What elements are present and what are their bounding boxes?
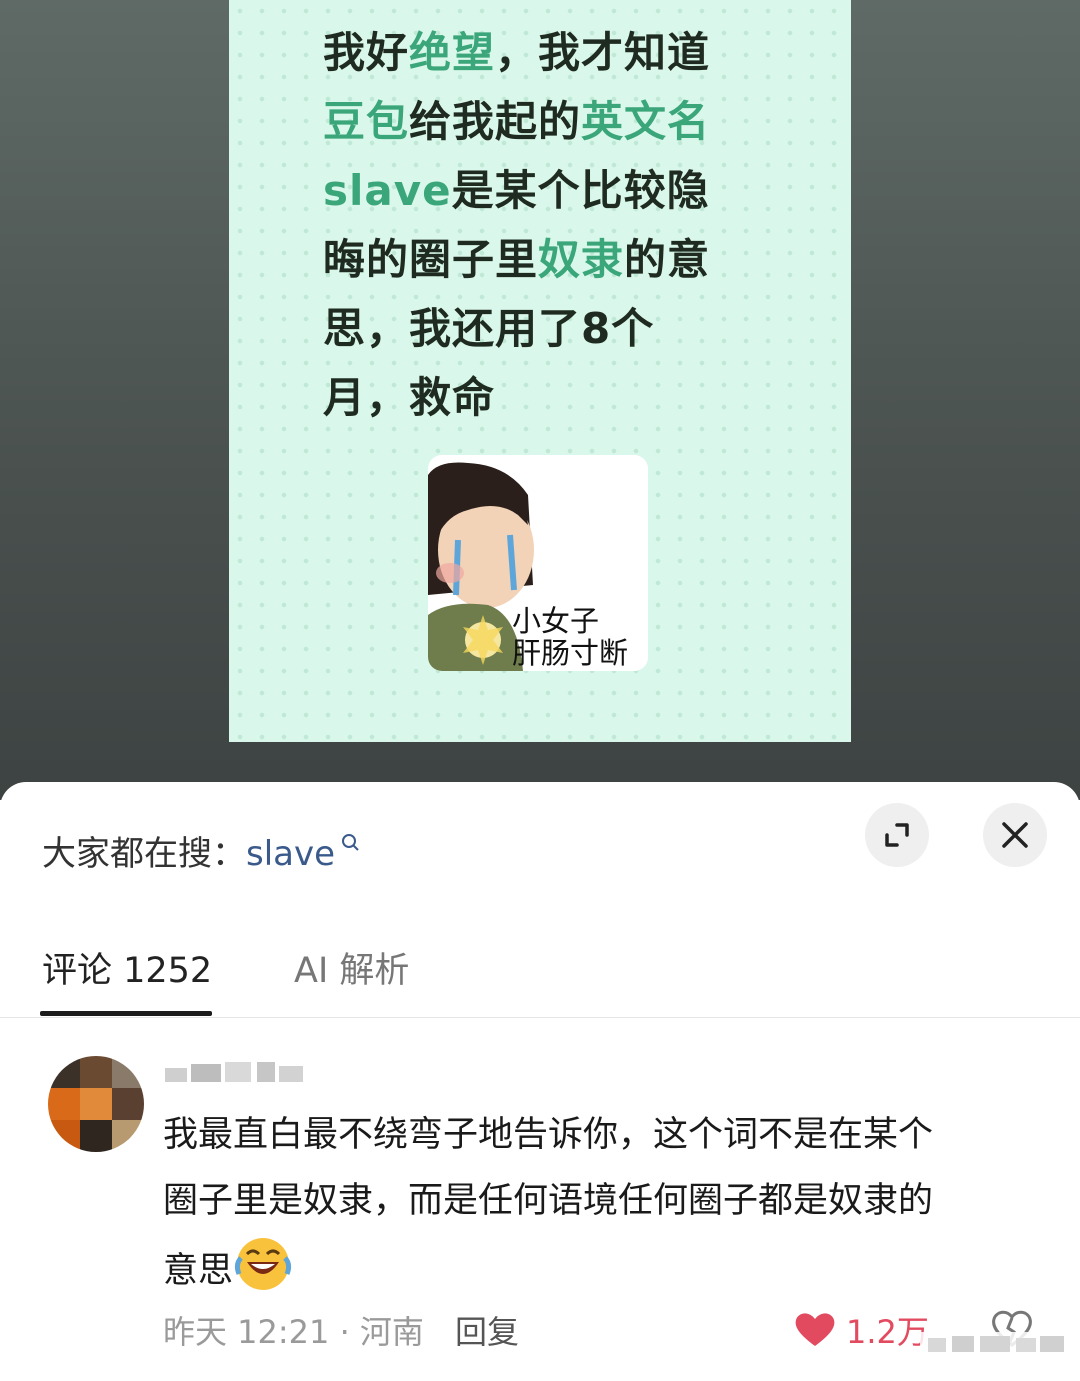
username-blurred[interactable]	[165, 1058, 305, 1084]
highlighted-text: 奴隶	[538, 235, 625, 284]
post-text-segment: ，我才知道	[495, 28, 711, 77]
reply-button[interactable]: 回复	[455, 1307, 519, 1353]
post-text-line: slave是某个比较隐	[323, 156, 793, 225]
divider	[0, 1017, 1080, 1018]
search-prefix: 大家都在搜：	[42, 834, 246, 874]
sticker-caption-line1: 小女子	[512, 604, 600, 638]
tab-comments[interactable]: 评论 1252	[42, 942, 212, 993]
post-text-line: 思，我还用了8个	[323, 294, 793, 363]
search-term[interactable]: slave	[246, 834, 335, 874]
search-suggestion[interactable]: 大家都在搜：slave	[42, 826, 361, 875]
post-text-segment: 是某个比较隐	[451, 166, 710, 215]
heart-icon[interactable]	[794, 1310, 836, 1348]
comments-sheet: 大家都在搜：slave 评论 1252 AI 解析 我最直白最不绕弯子地告诉你，…	[0, 782, 1080, 1381]
post-text-segment: 给我起的	[409, 97, 582, 146]
sticker-caption: 小女子 肝肠寸断	[512, 605, 648, 669]
post-text-line: 我好绝望，我才知道	[323, 18, 793, 87]
post-text-segment: 的意	[624, 235, 711, 284]
comment-time-location: 昨天 12:21 · 河南	[163, 1313, 424, 1351]
expand-button[interactable]	[865, 803, 929, 867]
post-text-segment: 晦的圈子里	[323, 235, 539, 284]
crying-girl-sticker: 小女子 肝肠寸断	[428, 455, 648, 671]
highlighted-text: slave	[323, 166, 452, 215]
pixelated-avatar	[48, 1056, 144, 1152]
post-text-segment: 月，救命	[323, 373, 496, 422]
close-icon	[1002, 822, 1028, 848]
close-button[interactable]	[983, 803, 1047, 867]
like-count: 1.2万	[846, 1313, 929, 1351]
comment-body: 我最直白最不绕弯子地告诉你，这个词不是在某个 圈子里是奴隶，而是任何语境任何圈子都…	[163, 1102, 1043, 1304]
laughing-crying-emoji	[234, 1238, 292, 1290]
sticker-caption-line2: 肝肠寸断	[512, 636, 629, 670]
avatar[interactable]	[48, 1056, 144, 1152]
post-text-line: 月，救命	[323, 363, 793, 432]
post-image[interactable]: 我好绝望，我才知道 豆包给我起的英文名 slave是某个比较隐 晦的圈子里奴隶的意 思，…	[229, 0, 851, 742]
highlighted-text: 英文名	[581, 97, 711, 146]
post-text-segment: 思，我还用了8个	[323, 304, 655, 353]
tab-ai-analysis[interactable]: AI 解析	[294, 942, 409, 993]
highlighted-text: 绝望	[409, 28, 496, 77]
post-text-line: 豆包给我起的英文名	[323, 87, 793, 156]
active-tab-indicator	[40, 1011, 212, 1016]
watermark	[920, 1332, 1070, 1356]
post-text: 我好绝望，我才知道 豆包给我起的英文名 slave是某个比较隐 晦的圈子里奴隶的意 思，…	[323, 18, 793, 432]
highlighted-text: 豆包	[323, 97, 410, 146]
expand-icon	[885, 823, 909, 847]
post-text-segment: 我好	[323, 28, 410, 77]
post-text-line: 晦的圈子里奴隶的意	[323, 225, 793, 294]
search-icon	[335, 833, 361, 858]
